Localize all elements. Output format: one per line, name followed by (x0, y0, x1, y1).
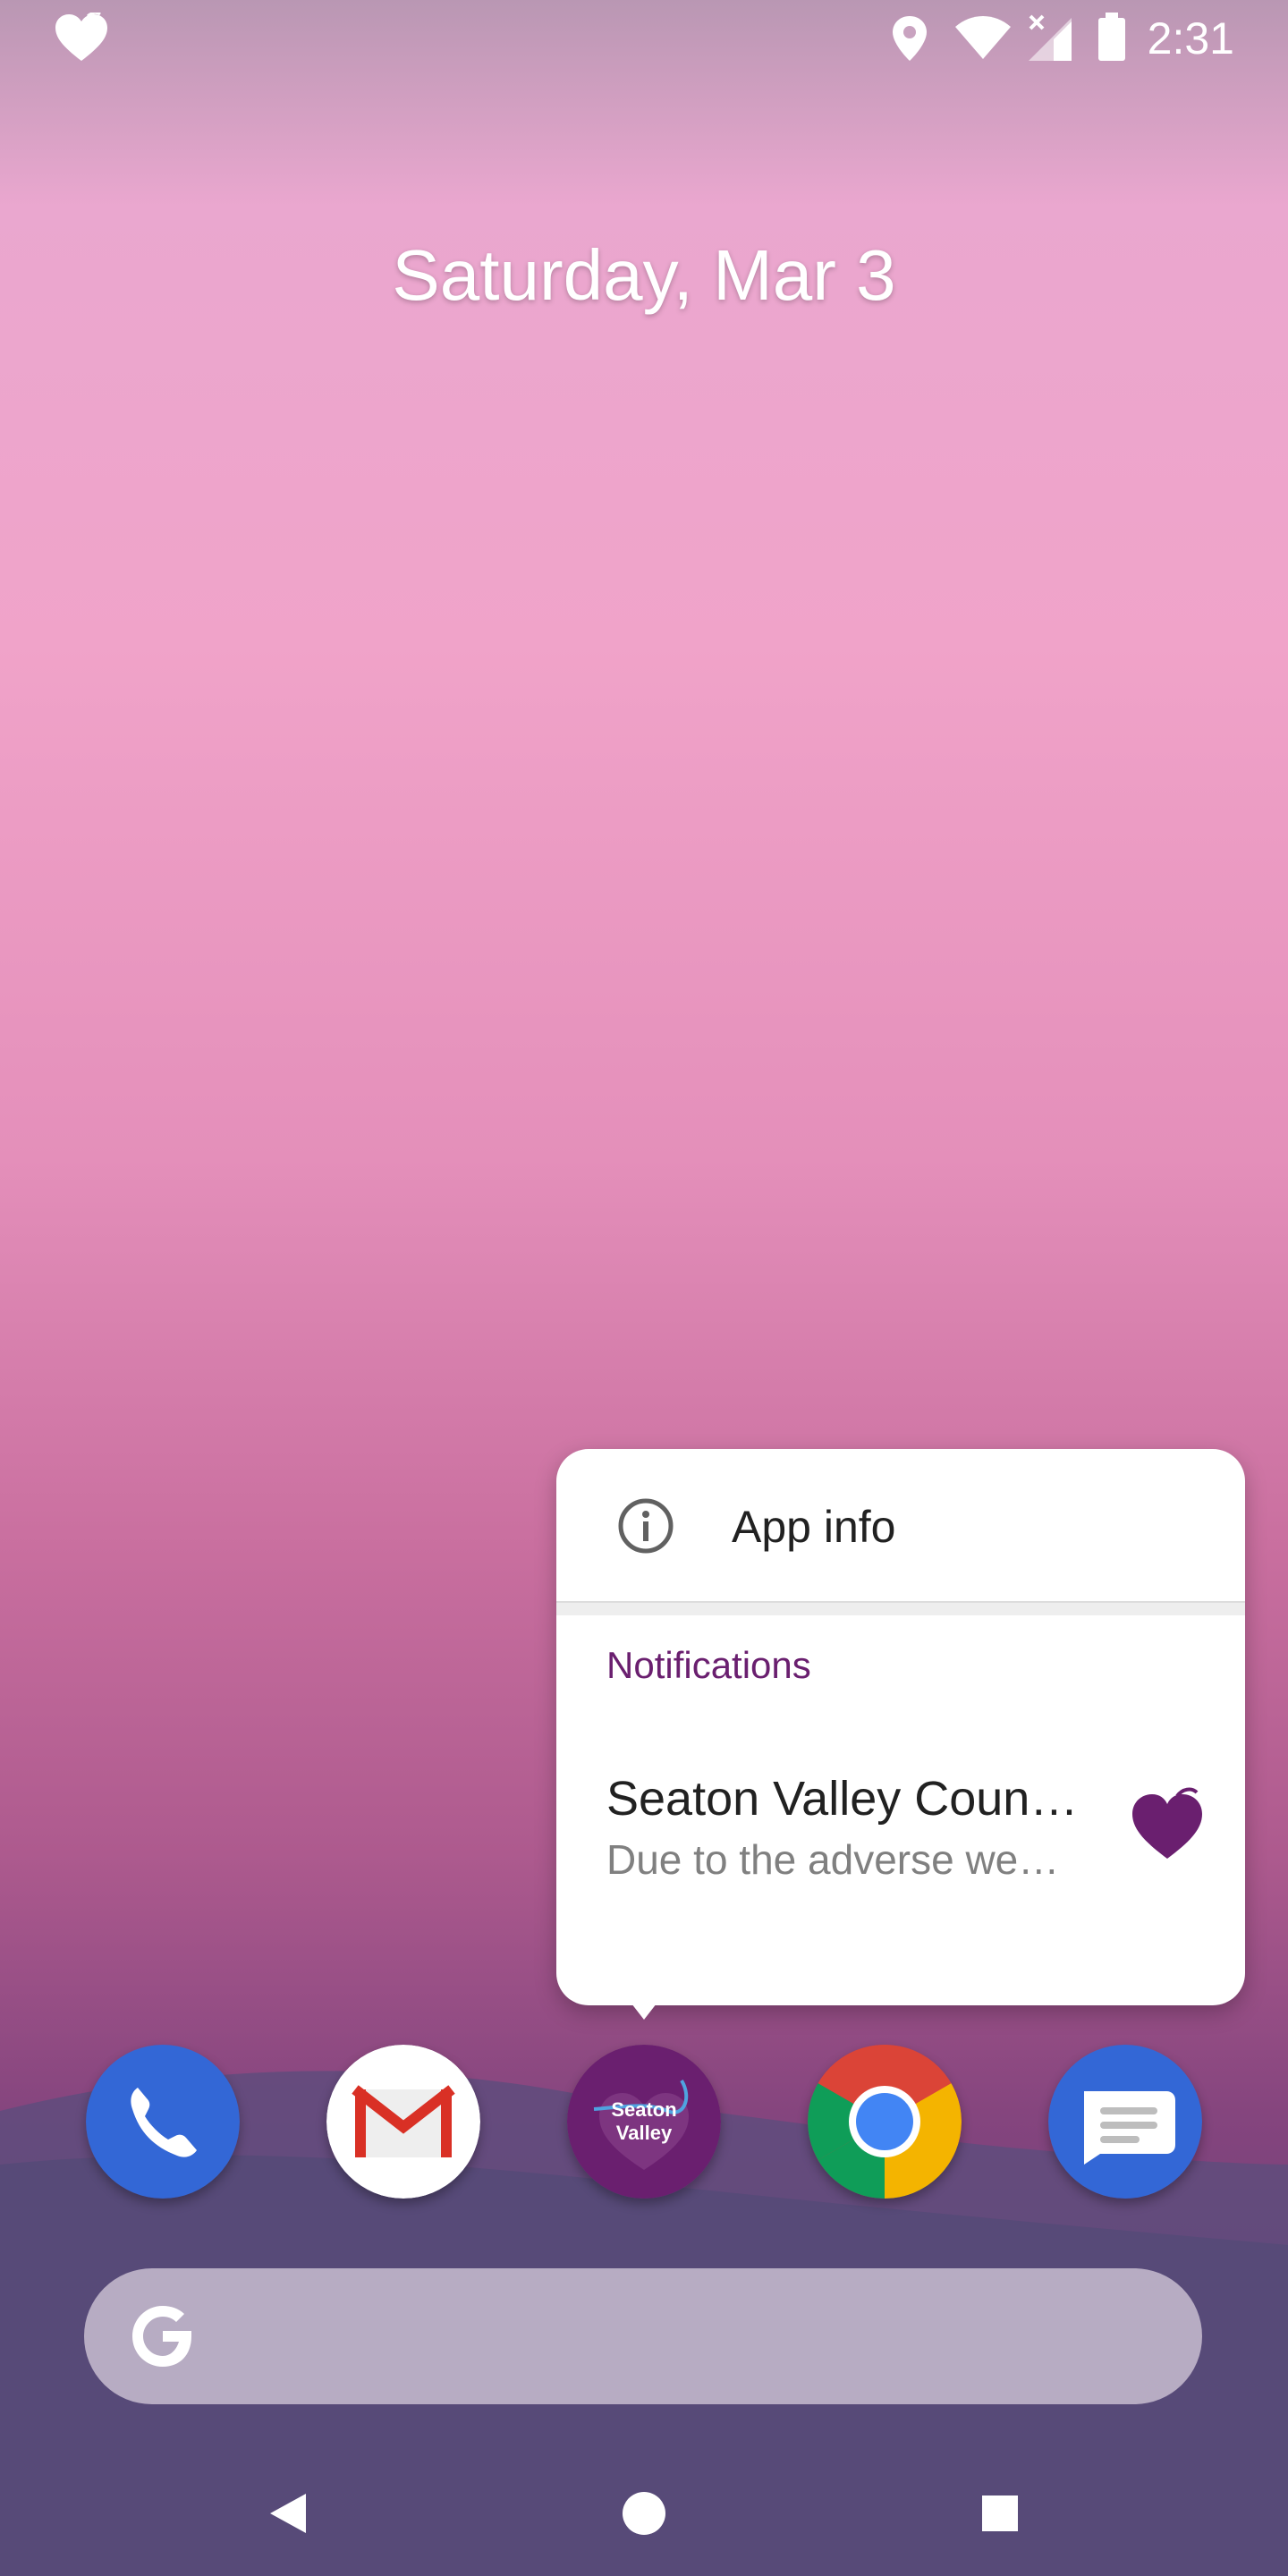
status-time: 2:31 (1147, 13, 1234, 64)
status-bar: 2:31 (0, 0, 1288, 79)
wifi-icon (955, 16, 1011, 59)
app-info-item[interactable]: App info (556, 1449, 1245, 1601)
home-icon[interactable] (599, 2469, 689, 2558)
google-search-bar[interactable] (84, 2268, 1202, 2404)
info-icon (618, 1498, 674, 1554)
phone-icon[interactable] (86, 2045, 240, 2199)
chrome-icon[interactable] (808, 2045, 962, 2199)
recents-icon[interactable] (955, 2469, 1045, 2558)
popup-arrow (631, 2004, 657, 2020)
messages-icon[interactable] (1048, 2045, 1202, 2199)
notifications-header: Notifications (606, 1644, 811, 1686)
app-shortcut-popup: App info Notifications Seaton Valley Cou… (556, 1449, 1245, 2005)
back-icon[interactable] (242, 2469, 331, 2558)
popup-divider (556, 1601, 1245, 1615)
navigation-bar (0, 2451, 1288, 2576)
google-g-icon (132, 2306, 191, 2367)
location-icon (893, 16, 927, 61)
seaton-line1: Seaton (611, 2098, 676, 2121)
seaton-line2: Valley (616, 2122, 673, 2144)
notification-body: Due to the adverse we… (606, 1836, 1060, 1883)
notification-title: Seaton Valley Coun… (606, 1772, 1079, 1826)
gmail-icon[interactable] (326, 2045, 480, 2199)
heart-icon (55, 13, 107, 61)
battery-icon (1098, 13, 1125, 61)
seaton-valley-icon[interactable]: Seaton Valley (567, 2045, 721, 2199)
app-info-label: App info (732, 1502, 896, 1552)
signal-off-icon (1029, 14, 1072, 61)
date-label[interactable]: Saturday, Mar 3 (0, 234, 1288, 317)
heart-icon (1132, 1787, 1202, 1859)
